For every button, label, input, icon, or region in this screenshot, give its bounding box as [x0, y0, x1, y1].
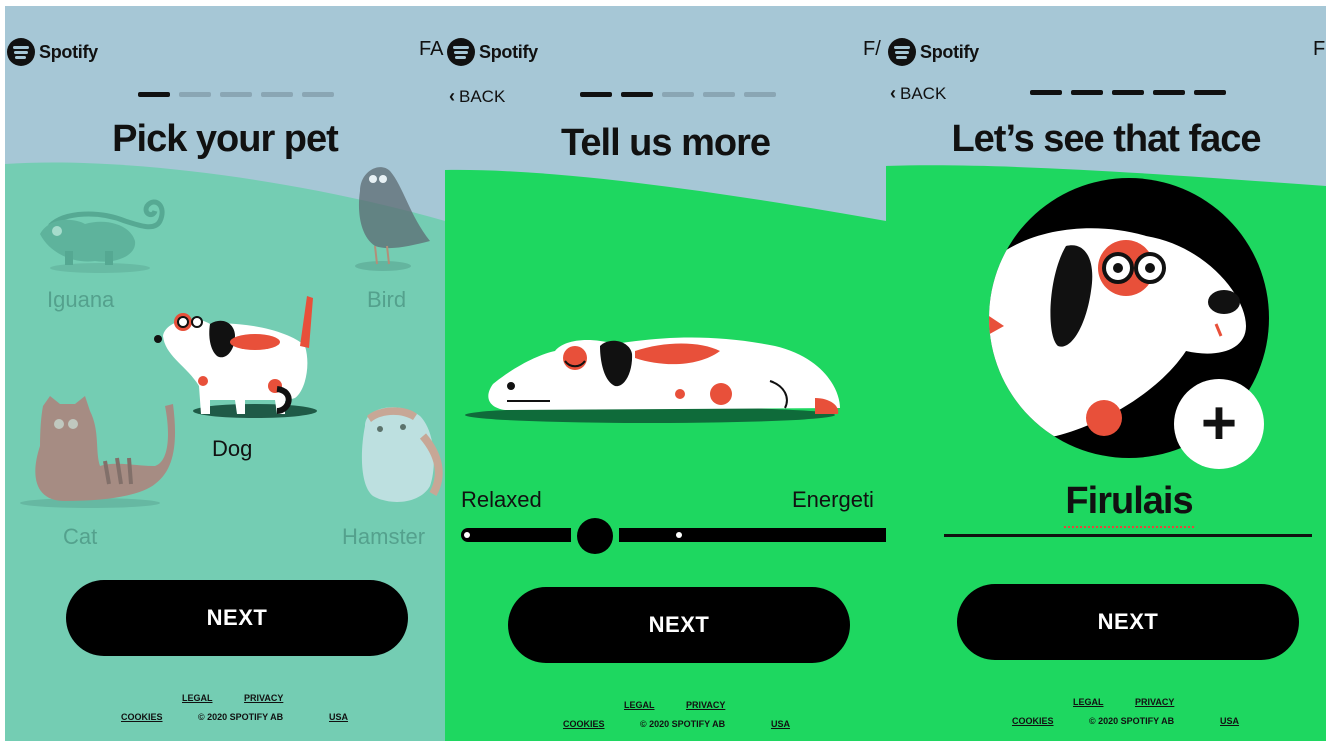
- brand-name: Spotify: [920, 41, 979, 62]
- region-link[interactable]: USA: [1220, 716, 1239, 726]
- page-title: Tell us more: [560, 122, 771, 164]
- next-button[interactable]: NEXT: [957, 584, 1299, 660]
- spotify-logo: Spotify: [888, 38, 979, 66]
- back-label: BACK: [900, 83, 947, 103]
- copyright-text: © 2020 SPOTIFY AB: [640, 719, 726, 729]
- legal-link[interactable]: LEGAL: [1073, 697, 1104, 707]
- progress-step: [662, 92, 694, 97]
- corner-text: FA: [419, 38, 444, 60]
- privacy-link[interactable]: PRIVACY: [686, 700, 725, 710]
- page-title: Pick your pet: [112, 118, 339, 160]
- chevron-left-icon: ‹: [890, 83, 896, 103]
- progress-step: [261, 92, 293, 97]
- progress-step: [1153, 90, 1185, 95]
- spotify-logo: Spotify: [447, 38, 538, 66]
- back-button[interactable]: ‹ BACK: [449, 86, 505, 107]
- back-label: BACK: [459, 86, 506, 106]
- slider-max-label: Energeti: [792, 487, 874, 512]
- spotify-logo: Spotify: [7, 38, 98, 66]
- progress-step: [1112, 90, 1144, 95]
- copyright-text: © 2020 SPOTIFY AB: [1089, 716, 1175, 726]
- progress-step: [302, 92, 334, 97]
- pick-pet-screen: Spotify FA Pick your pet Iguana Bird Dog…: [5, 6, 445, 741]
- brand-name: Spotify: [39, 41, 98, 62]
- next-button[interactable]: NEXT: [508, 587, 850, 663]
- pet-name-underline: [944, 534, 1312, 537]
- pet-option-bird[interactable]: Bird: [367, 287, 406, 313]
- spotify-icon: [7, 38, 35, 66]
- cookies-link[interactable]: COOKIES: [121, 712, 163, 722]
- privacy-link[interactable]: PRIVACY: [1135, 697, 1174, 707]
- spotify-icon: [888, 38, 916, 66]
- legal-link[interactable]: LEGAL: [624, 700, 655, 710]
- energy-slider-thumb[interactable]: [577, 518, 613, 554]
- legal-link[interactable]: LEGAL: [182, 693, 213, 703]
- pet-option-cat[interactable]: Cat: [63, 524, 97, 550]
- progress-step: [138, 92, 170, 97]
- page-title: Let’s see that face: [951, 118, 1261, 160]
- plus-icon: +: [1200, 389, 1238, 458]
- region-link[interactable]: USA: [771, 719, 790, 729]
- pet-option-iguana[interactable]: Iguana: [47, 287, 114, 313]
- pet-face-screen: Spotify F ‹ BACK Let’s see that face + F…: [886, 6, 1326, 741]
- cookies-link[interactable]: COOKIES: [1012, 716, 1054, 726]
- progress-indicator: [1030, 90, 1226, 95]
- progress-step: [703, 92, 735, 97]
- progress-step: [1194, 90, 1226, 95]
- progress-step: [1030, 90, 1062, 95]
- progress-step: [744, 92, 776, 97]
- privacy-link[interactable]: PRIVACY: [244, 693, 283, 703]
- slider-min-label: Relaxed: [461, 487, 542, 512]
- region-link[interactable]: USA: [329, 712, 348, 722]
- progress-step: [220, 92, 252, 97]
- pet-name-input[interactable]: Firulais: [886, 480, 1326, 523]
- cookies-link[interactable]: COOKIES: [563, 719, 605, 729]
- progress-step: [621, 92, 653, 97]
- corner-text: F/: [863, 38, 881, 60]
- progress-indicator: [138, 92, 334, 97]
- progress-indicator: [580, 92, 776, 97]
- copyright-text: © 2020 SPOTIFY AB: [198, 712, 284, 722]
- tell-us-more-screen: Spotify F/ ‹ BACK Tell us more Relaxed E…: [445, 6, 886, 741]
- progress-step: [580, 92, 612, 97]
- slider-stop: [464, 532, 470, 538]
- pet-option-dog[interactable]: Dog: [212, 436, 252, 462]
- back-button[interactable]: ‹ BACK: [890, 83, 946, 104]
- next-button[interactable]: NEXT: [66, 580, 408, 656]
- progress-step: [1071, 90, 1103, 95]
- energy-slider-track[interactable]: [461, 528, 886, 542]
- slider-stop: [676, 532, 682, 538]
- corner-text: F: [1313, 38, 1326, 60]
- brand-name: Spotify: [479, 41, 538, 62]
- add-photo-button[interactable]: +: [1174, 379, 1264, 469]
- spellcheck-underline: [1064, 524, 1194, 528]
- chevron-left-icon: ‹: [449, 86, 455, 106]
- pet-option-hamster[interactable]: Hamster: [342, 524, 425, 550]
- spotify-icon: [447, 38, 475, 66]
- progress-step: [179, 92, 211, 97]
